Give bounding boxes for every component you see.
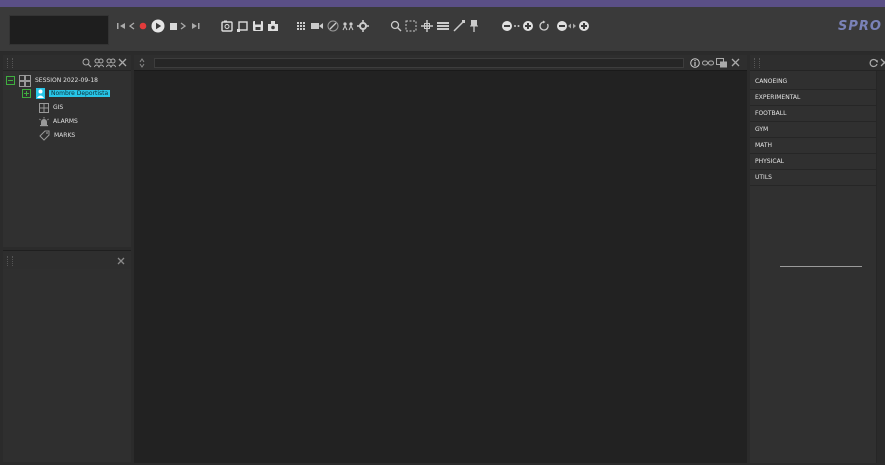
info-icon[interactable] bbox=[690, 58, 700, 68]
category-utils[interactable]: UTILS bbox=[750, 170, 876, 186]
panel-header bbox=[750, 55, 885, 71]
scripts-panel: CANOEING EXPERIMENTAL FOOTBALL GYM MATH … bbox=[750, 55, 885, 463]
gear-icon[interactable] bbox=[356, 16, 370, 36]
category-math[interactable]: MATH bbox=[750, 138, 876, 154]
group-add-icon[interactable] bbox=[106, 58, 116, 68]
viewport-header bbox=[134, 55, 747, 71]
athlete-icon bbox=[36, 88, 45, 99]
connect-icon[interactable] bbox=[341, 16, 355, 36]
play-icon[interactable] bbox=[150, 16, 166, 36]
tree-item-gis[interactable]: GIS bbox=[39, 101, 63, 114]
athlete-label: Nombre Deportista bbox=[49, 90, 111, 97]
panel-grip-icon[interactable] bbox=[7, 58, 13, 68]
marks-icon bbox=[39, 130, 50, 141]
alarms-label: ALARMS bbox=[53, 118, 78, 125]
viewport-menu-icon[interactable] bbox=[139, 58, 145, 68]
zoom-icon[interactable] bbox=[389, 16, 403, 36]
brand-logo: SPRO bbox=[838, 18, 882, 34]
tree-item-alarms[interactable]: ALARMS bbox=[39, 115, 78, 128]
viewport-title-field[interactable] bbox=[154, 58, 684, 68]
panel-grip-icon[interactable] bbox=[7, 256, 13, 266]
collapse-icon[interactable] bbox=[6, 76, 15, 85]
group-icon[interactable] bbox=[94, 58, 104, 68]
panel-grip-icon[interactable] bbox=[754, 58, 760, 68]
timecode-display bbox=[9, 15, 109, 45]
category-physical[interactable]: PHYSICAL bbox=[750, 154, 876, 170]
crop-icon[interactable] bbox=[236, 16, 250, 36]
close-icon[interactable] bbox=[117, 257, 125, 265]
record-icon[interactable] bbox=[138, 16, 148, 36]
category-football[interactable]: FOOTBALL bbox=[750, 106, 876, 122]
popout-icon[interactable] bbox=[716, 58, 728, 68]
bars-icon[interactable] bbox=[436, 16, 450, 36]
properties-panel bbox=[3, 250, 131, 462]
gis-label: GIS bbox=[53, 104, 64, 111]
stop-icon[interactable] bbox=[168, 16, 178, 36]
video-icon[interactable] bbox=[310, 16, 324, 36]
save-icon[interactable] bbox=[251, 16, 265, 36]
marquee-icon[interactable] bbox=[404, 16, 418, 36]
camera-icon[interactable] bbox=[266, 16, 280, 36]
close-icon[interactable] bbox=[118, 58, 127, 67]
zoom-out-icon[interactable] bbox=[500, 16, 522, 36]
image-capture-icon[interactable] bbox=[220, 16, 234, 36]
tree-item-athlete[interactable]: Nombre Deportista bbox=[22, 87, 111, 100]
close-icon[interactable] bbox=[731, 58, 740, 67]
video-viewport[interactable] bbox=[134, 55, 747, 463]
search-icon[interactable] bbox=[82, 58, 92, 68]
zoom-in-icon[interactable] bbox=[521, 16, 535, 36]
link-icon[interactable] bbox=[702, 58, 714, 68]
category-experimental[interactable]: EXPERIMENTAL bbox=[750, 90, 876, 106]
splitter-handle[interactable] bbox=[780, 266, 862, 267]
category-gym[interactable]: GYM bbox=[750, 122, 876, 138]
panel-header bbox=[3, 55, 131, 71]
session-label: SESSION 2022-09-18 bbox=[35, 77, 98, 84]
step-back-icon[interactable] bbox=[128, 16, 136, 36]
skip-end-icon[interactable] bbox=[189, 16, 201, 36]
expand-tree-icon[interactable] bbox=[22, 89, 31, 98]
gis-icon bbox=[39, 102, 49, 113]
rotate-icon[interactable] bbox=[537, 16, 551, 36]
session-icon bbox=[19, 74, 31, 87]
panel-scrollbar[interactable] bbox=[876, 71, 885, 463]
category-canoeing[interactable]: CANOEING bbox=[750, 74, 876, 90]
panel-header bbox=[3, 251, 131, 269]
window-title-strip bbox=[0, 0, 885, 7]
session-tree-panel: SESSION 2022-09-18 Nombre Deportista GIS… bbox=[3, 55, 131, 247]
alarm-icon bbox=[39, 116, 49, 126]
grid-icon[interactable] bbox=[296, 16, 308, 36]
move-icon[interactable] bbox=[420, 16, 434, 36]
pin-icon[interactable] bbox=[467, 16, 481, 36]
tree-item-marks[interactable]: MARKS bbox=[39, 129, 75, 142]
expand-icon[interactable] bbox=[577, 16, 591, 36]
tree-item-session[interactable]: SESSION 2022-09-18 bbox=[6, 74, 98, 87]
skip-start-icon[interactable] bbox=[116, 16, 126, 36]
pen-icon[interactable] bbox=[326, 16, 340, 36]
line-icon[interactable] bbox=[452, 16, 466, 36]
shrink-icon[interactable] bbox=[555, 16, 577, 36]
marks-label: MARKS bbox=[54, 132, 76, 139]
refresh-icon[interactable] bbox=[869, 58, 879, 68]
step-forward-icon[interactable] bbox=[179, 16, 187, 36]
close-icon[interactable] bbox=[880, 58, 885, 67]
